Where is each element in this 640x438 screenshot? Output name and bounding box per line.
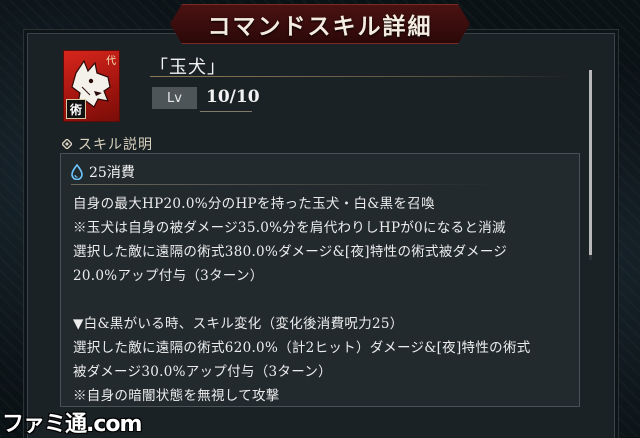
description-box[interactable]: 25消費 自身の最大HP20.0%分のHPを持った玉犬・白&黒を召喚 ※玉犬は自… — [60, 153, 580, 407]
level-underline — [200, 111, 252, 112]
cursed-energy-icon — [71, 164, 83, 180]
max-level: 10 — [235, 87, 260, 107]
description-line: 被ダメージ30.0%アップ付与（3ターン） — [73, 364, 332, 380]
cost-text: 25消費 — [89, 165, 135, 181]
page-title: コマンドスキル詳細 — [207, 13, 433, 40]
jutsu-badge: 術 — [66, 99, 86, 119]
description-line: 自身の最大HP20.0%分のHPを持った玉犬・白&黒を召喚 — [73, 196, 435, 212]
section-heading: スキル説明 — [62, 134, 153, 154]
watermark-logo: ファミ通.com — [2, 412, 142, 437]
description-line: 20.0%アップ付与（3ターン） — [73, 268, 264, 284]
cost-divider — [71, 184, 501, 185]
description-line — [73, 288, 573, 312]
white-dog-jutsu-icon: 代 術 — [63, 50, 120, 122]
title-banner: コマンドスキル詳細 — [170, 4, 470, 44]
description-line: 選択した敵に遠隔の術式620.0%（計2ヒット）ダメージ&[夜]特性の術式 — [73, 340, 531, 356]
description-text: 自身の最大HP20.0%分のHPを持った玉犬・白&黒を召喚 ※玉犬は自身の被ダメ… — [73, 192, 573, 406]
description-line: ▼白&黒がいる時、スキル変化（変化後消費呪力25） — [73, 316, 404, 332]
scrollbar-thumb[interactable] — [589, 70, 592, 255]
level-label: Lv — [152, 87, 197, 109]
diamond-icon — [62, 139, 72, 149]
divider — [150, 76, 570, 77]
level-value: 10/10 — [206, 87, 260, 107]
current-level: 10 — [206, 87, 230, 107]
section-heading-label: スキル説明 — [78, 137, 153, 153]
description-line: ※玉犬は自身の被ダメージ35.0%分を肩代わりしHPが0になると消滅 — [73, 220, 506, 236]
icon-corner-mark: 代 — [106, 56, 116, 67]
description-line: ※自身の暗闇状態を無視して攻撃 — [73, 388, 280, 404]
cost-row: 25消費 — [71, 162, 135, 182]
description-line: 選択した敵に遠隔の術式380.0%ダメージ&[夜]特性の術式被ダメージ — [73, 244, 508, 260]
